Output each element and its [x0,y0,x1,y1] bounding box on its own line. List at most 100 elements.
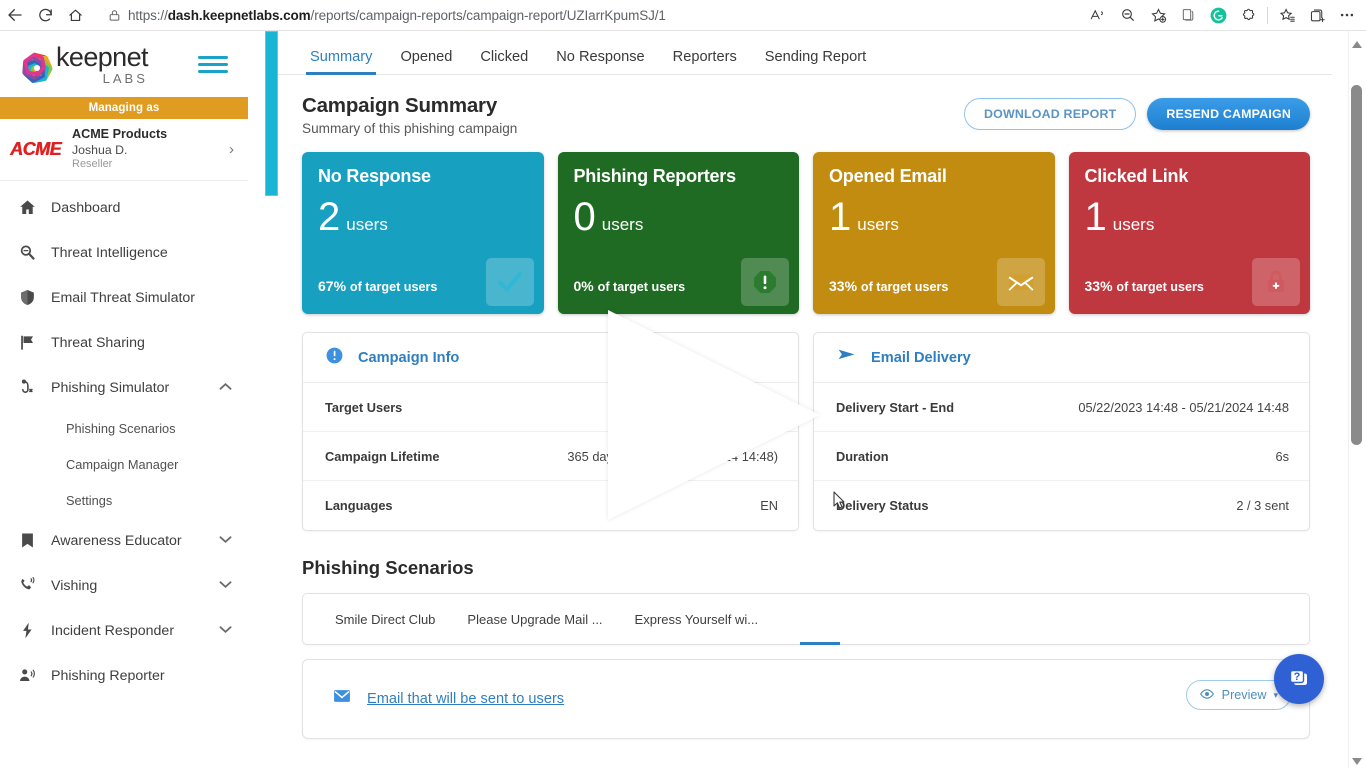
tab-summary[interactable]: Summary [296,49,386,75]
panel-title: Email Delivery [871,349,971,366]
phone-icon [18,576,51,595]
sidebar-item-label: Dashboard [51,199,121,216]
play-triangle-icon[interactable] [608,310,820,520]
sidebar-item-threat-intelligence[interactable]: Threat Intelligence [0,230,248,275]
sidebar-item-phishing-scenarios[interactable]: Phishing Scenarios [0,410,248,446]
add-favorite-icon[interactable] [1143,1,1173,29]
stat-card-value: 2 [318,195,341,239]
download-report-button[interactable]: DOWNLOAD REPORT [963,98,1137,130]
stat-card-footer: of target users [860,280,949,294]
keepnet-logo-icon [20,51,54,85]
favorites-icon[interactable] [1272,1,1302,29]
sidebar-item-label: Phishing Reporter [51,667,165,684]
scroll-down-arrow-icon[interactable] [1352,752,1362,768]
scenario-tab-smile-direct-club[interactable]: Smile Direct Club [319,612,451,627]
sidebar-item-settings[interactable]: Settings [0,482,248,518]
stat-card-value: 1 [829,195,852,239]
scenario-active-indicator [800,642,840,645]
info-circle-icon [325,346,344,370]
stat-card-title: Opened Email [829,166,947,186]
back-arrow-icon[interactable] [0,1,30,29]
section-title-phishing-scenarios: Phishing Scenarios [302,557,474,578]
scroll-up-arrow-icon[interactable] [1352,36,1362,54]
sidebar-item-phishing-reporter[interactable]: Phishing Reporter [0,653,248,698]
panel-header: Email Delivery [814,333,1309,383]
table-row: Delivery Status 2 / 3 sent [814,481,1309,530]
sidebar-header: keepnet LABS [0,31,248,97]
sidebar-item-label: Threat Intelligence [51,244,168,261]
reload-icon[interactable] [30,1,60,29]
sidebar: keepnet LABS Managing as ACME ACME Produ… [0,31,248,768]
tab-sending-report[interactable]: Sending Report [751,49,880,74]
stat-card-unit: users [857,215,899,234]
stat-card-percent: 67% [318,278,347,294]
report-tabs: Summary Opened Clicked No Response Repor… [278,31,1332,75]
sidebar-item-vishing[interactable]: Vishing [0,563,248,608]
stat-card-unit: users [601,215,644,234]
add-tab-group-icon[interactable] [1302,1,1332,29]
row-key: Campaign Lifetime [325,448,440,464]
home-icon [18,198,51,217]
stat-card-percent: 0% [573,278,594,294]
account-switcher[interactable]: ACME ACME Products Joshua D. Reseller › [0,119,248,181]
email-preview-link[interactable]: Email that will be sent to users [367,691,564,707]
home-icon[interactable] [60,1,90,29]
scenario-tab-please-upgrade-mail[interactable]: Please Upgrade Mail ... [451,612,618,627]
sidebar-item-dashboard[interactable]: Dashboard [0,185,248,230]
sidebar-item-label: Phishing Simulator [51,379,170,396]
stat-card-footer: of target users [349,280,438,294]
help-question-icon[interactable]: ? [1274,654,1324,704]
tab-reporters[interactable]: Reporters [659,49,751,74]
sidebar-item-label: Vishing [51,577,98,594]
stat-card-clicked-link[interactable]: Clicked Link 1 users 33% of target users [1068,152,1310,314]
browser-actions [1083,1,1366,29]
stat-card-opened-email[interactable]: Opened Email 1 users 33% of target users [813,152,1055,314]
sidebar-item-label: Email Threat Simulator [51,289,196,306]
svg-text:?: ? [1294,671,1301,683]
alert-octagon-icon [741,258,789,306]
stat-card-percent: 33% [1084,278,1113,294]
more-settings-icon[interactable] [1332,1,1362,29]
account-company: ACME Products [72,127,168,142]
address-bar[interactable]: https://dash.keepnetlabs.com/reports/cam… [94,2,1077,28]
sidebar-nav: Dashboard Threat Intelligence Email Thre… [0,181,248,698]
stat-card-unit: users [346,215,388,234]
sidebar-item-email-threat-simulator[interactable]: Email Threat Simulator [0,275,248,320]
stat-card-no-response[interactable]: No Response 2 users 67% of target users [302,152,544,314]
row-value: 6s [1275,448,1289,464]
zoom-out-icon[interactable] [1113,1,1143,29]
chevron-down-icon [219,535,232,547]
stat-card-percent: 33% [829,278,858,294]
preview-button-label: Preview [1221,688,1267,702]
tab-clicked[interactable]: Clicked [466,49,542,74]
screenshot-root: https://dash.keepnetlabs.com/reports/cam… [0,0,1366,768]
sidebar-item-incident-responder[interactable]: Incident Responder [0,608,248,653]
grammarly-icon[interactable] [1203,1,1233,29]
chevron-down-icon [219,580,232,592]
extension-icon[interactable] [1233,1,1263,29]
person-broadcast-icon [18,666,51,685]
tab-no-response[interactable]: No Response [542,49,658,74]
sidebar-item-awareness-educator[interactable]: Awareness Educator [0,518,248,563]
sidebar-item-label: Threat Sharing [51,334,145,351]
stat-card-phishing-reporters[interactable]: Phishing Reporters 0 users 0% of target u… [557,152,799,314]
sidebar-toggle-button[interactable] [198,52,228,77]
page-title: Campaign Summary [302,94,498,117]
sidebar-subitem-label: Phishing Scenarios [66,420,176,436]
read-aloud-icon[interactable] [1083,1,1113,29]
tab-opened[interactable]: Opened [386,49,466,74]
keepnet-logo[interactable]: keepnet LABS [20,43,148,85]
sidebar-item-campaign-manager[interactable]: Campaign Manager [0,446,248,482]
resend-campaign-button[interactable]: RESEND CAMPAIGN [1147,98,1310,130]
acme-logo: ACME [10,139,62,159]
stat-card-unit: users [1112,215,1155,234]
browser-scrollbar-thumb[interactable] [1351,85,1362,445]
stat-card-title: Clicked Link [1084,166,1189,186]
mouse-cursor-icon [833,491,847,516]
sidebar-item-threat-sharing[interactable]: Threat Sharing [0,320,248,365]
sidebar-subitem-label: Settings [66,492,113,508]
sidebar-item-phishing-simulator[interactable]: Phishing Simulator [0,365,248,410]
scenario-tab-express-yourself[interactable]: Express Yourself wi... [619,612,775,627]
collections-icon[interactable] [1173,1,1203,29]
flag-icon [18,333,51,352]
